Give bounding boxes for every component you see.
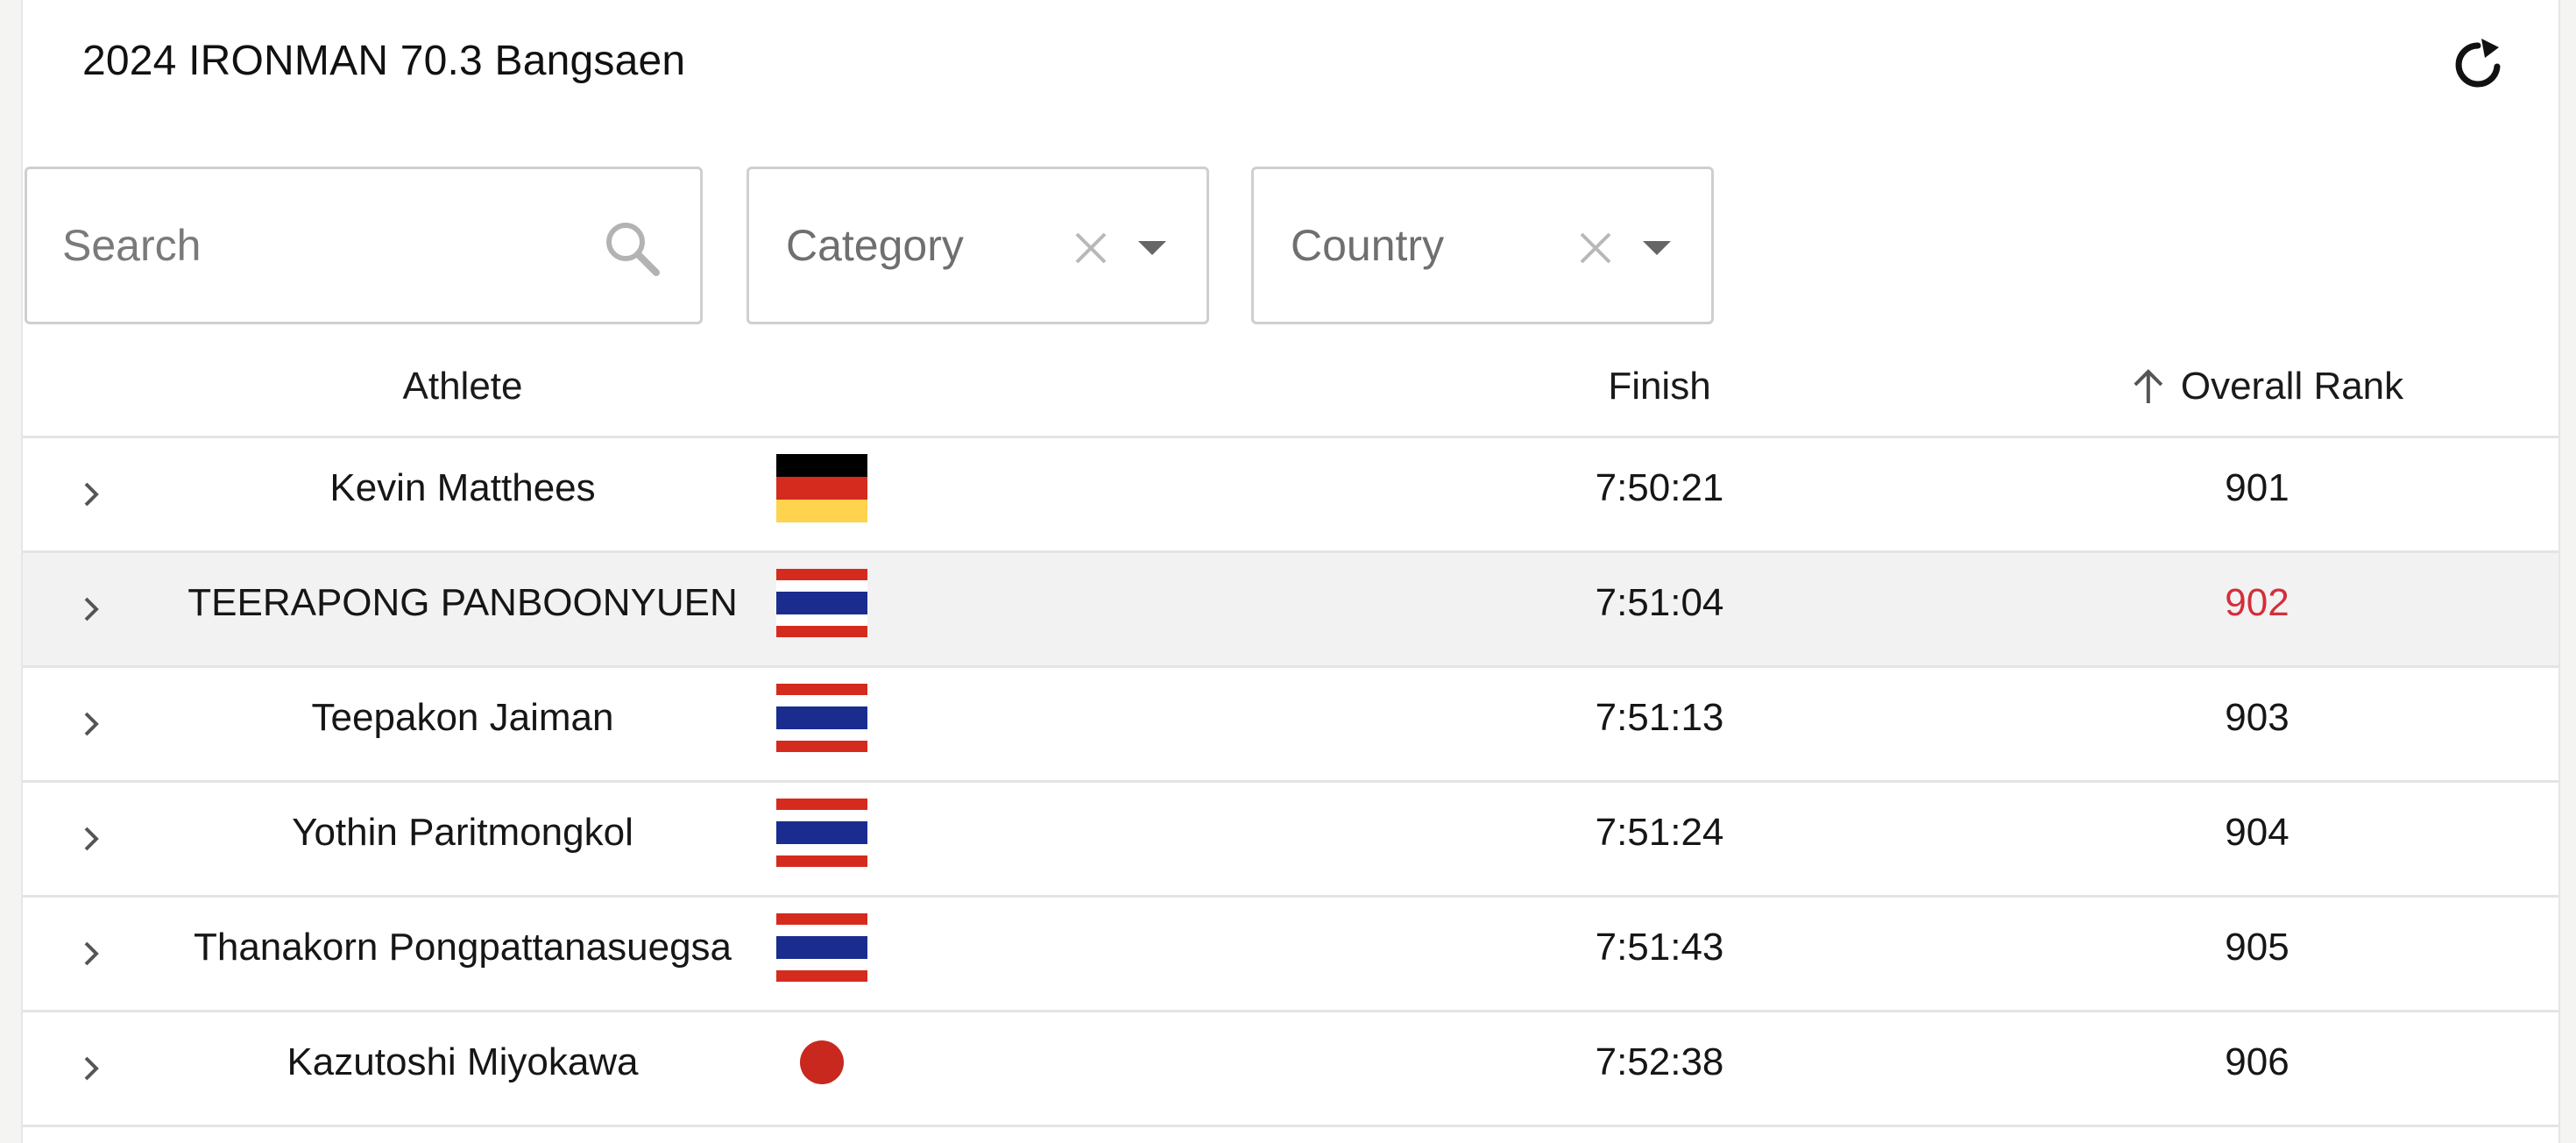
country-placeholder: Country [1291,221,1445,270]
column-header-finish[interactable]: Finish [1608,365,1710,408]
caret-down-icon[interactable] [1135,238,1170,259]
overall-rank: 904 [2225,811,2289,854]
japan-flag-icon [776,1028,867,1097]
search-box[interactable] [25,167,703,324]
thailand-flag-icon [776,569,867,637]
finish-time: 7:51:43 [1595,926,1724,969]
caret-down-icon[interactable] [1639,238,1674,259]
chevron-right-icon[interactable] [75,593,107,625]
finish-time: 7:51:04 [1595,581,1724,624]
thailand-flag-icon [776,684,867,752]
table-row[interactable]: Kazutoshi Miyokawa 7:52:38 906 [23,1012,2558,1127]
table-row[interactable]: Teepakon Jaiman 7:51:13 903 [23,668,2558,783]
search-input[interactable] [62,220,553,271]
table-row[interactable]: Kevin Matthees 7:50:21 901 [23,438,2558,553]
chevron-right-icon[interactable] [75,823,107,855]
overall-rank: 902 [2225,581,2289,624]
refresh-icon[interactable] [2450,37,2506,93]
category-placeholder: Category [786,221,964,270]
thailand-flag-icon [776,799,867,867]
athlete-name[interactable]: Kevin Matthees [329,466,595,510]
column-header-overall-rank[interactable]: Overall Rank [2128,365,2403,408]
table-row[interactable]: TEERAPONG PANBOONYUEN 7:51:04 902 [23,553,2558,668]
chevron-right-icon[interactable] [75,479,107,510]
athlete-name[interactable]: TEERAPONG PANBOONYUEN [188,581,738,625]
athlete-name[interactable]: Thanakorn Pongpattanasuegsa [194,926,732,969]
chevron-right-icon[interactable] [75,1053,107,1084]
athlete-name[interactable]: Teepakon Jaiman [312,696,614,740]
finish-time: 7:50:21 [1595,466,1724,509]
category-select[interactable]: Category [747,167,1209,324]
finish-time: 7:52:38 [1595,1040,1724,1083]
athlete-name[interactable]: Yothin Paritmongkol [292,811,633,855]
table-header: Athlete Finish Overall Rank [23,347,2558,438]
country-select[interactable]: Country [1251,167,1714,324]
search-icon[interactable] [602,218,662,278]
column-header-overall-rank-label: Overall Rank [2180,365,2404,408]
overall-rank: 906 [2225,1040,2289,1083]
germany-flag-icon [776,454,867,522]
table-row[interactable]: Yothin Paritmongkol 7:51:24 904 [23,783,2558,898]
chevron-right-icon[interactable] [75,938,107,969]
finish-time: 7:51:13 [1595,696,1724,739]
results-panel: 2024 IRONMAN 70.3 Bangsaen Category [21,0,2560,1143]
thailand-flag-icon [776,913,867,982]
overall-rank: 905 [2225,926,2289,969]
chevron-right-icon[interactable] [75,708,107,740]
overall-rank: 903 [2225,696,2289,739]
page-title: 2024 IRONMAN 70.3 Bangsaen [82,38,686,84]
athlete-name[interactable]: Kazutoshi Miyokawa [287,1040,638,1084]
close-icon[interactable] [1072,229,1110,267]
table-row[interactable]: Thanakorn Pongpattanasuegsa 7:51:43 905 [23,898,2558,1012]
column-header-athlete[interactable]: Athlete [403,365,523,408]
overall-rank: 901 [2225,466,2289,509]
close-icon[interactable] [1576,229,1615,267]
page-header: 2024 IRONMAN 70.3 Bangsaen [23,0,2558,131]
arrow-up-icon [2134,369,2163,403]
finish-time: 7:51:24 [1595,811,1724,854]
